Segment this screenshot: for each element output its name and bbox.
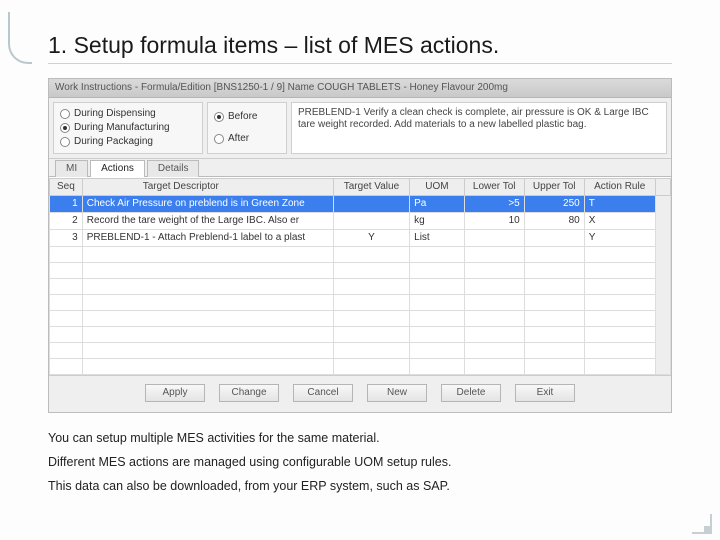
radio-after[interactable]: After (214, 133, 278, 145)
cell-lo: 10 (464, 213, 524, 230)
table-row[interactable] (50, 247, 671, 263)
when-group: Before After (207, 102, 287, 154)
table-row[interactable] (50, 311, 671, 327)
table-row[interactable] (50, 327, 671, 343)
exit-button[interactable]: Exit (515, 384, 575, 402)
tab-bar: MI Actions Details (49, 159, 671, 177)
radio-manufacturing[interactable]: During Manufacturing (60, 122, 194, 134)
cell-hi (524, 230, 584, 247)
phase-group: During Dispensing During Manufacturing D… (53, 102, 203, 154)
note-line: You can setup multiple MES activities fo… (48, 427, 672, 451)
radio-icon (60, 123, 70, 133)
tab-actions[interactable]: Actions (90, 160, 145, 177)
cell-rule: Y (584, 230, 655, 247)
cell-tv (333, 213, 409, 230)
note-line: This data can also be downloaded, from y… (48, 475, 672, 499)
cell-desc: Record the tare weight of the Large IBC.… (82, 213, 333, 230)
col-target-value[interactable]: Target Value (333, 179, 409, 196)
cell-tv: Y (333, 230, 409, 247)
slide-title: 1. Setup formula items – list of MES act… (48, 32, 672, 59)
change-button[interactable]: Change (219, 384, 279, 402)
new-button[interactable]: New (367, 384, 427, 402)
delete-button[interactable]: Delete (441, 384, 501, 402)
cell-uom: Pa (410, 196, 465, 213)
table-row[interactable]: 3 PREBLEND-1 - Attach Preblend-1 label t… (50, 230, 671, 247)
col-seq[interactable]: Seq (50, 179, 83, 196)
col-uom[interactable]: UOM (410, 179, 465, 196)
col-action-rule[interactable]: Action Rule (584, 179, 655, 196)
note-line: Different MES actions are managed using … (48, 451, 672, 475)
cell-seq: 2 (50, 213, 83, 230)
col-target-descriptor[interactable]: Target Descriptor (82, 179, 333, 196)
table-row[interactable] (50, 279, 671, 295)
cell-lo (464, 230, 524, 247)
cell-seq: 3 (50, 230, 83, 247)
table-row[interactable]: 1 Check Air Pressure on preblend is in G… (50, 196, 671, 213)
radio-icon (214, 112, 224, 122)
radio-packaging[interactable]: During Packaging (60, 136, 194, 148)
cell-seq: 1 (50, 196, 83, 213)
radio-icon (60, 109, 70, 119)
radio-icon (60, 137, 70, 147)
cell-desc: Check Air Pressure on preblend is in Gre… (82, 196, 333, 213)
cell-uom: kg (410, 213, 465, 230)
cell-tv (333, 196, 409, 213)
actions-table[interactable]: Seq Target Descriptor Target Value UOM L… (49, 178, 671, 375)
radio-label: After (228, 133, 249, 145)
radio-label: During Manufacturing (74, 122, 170, 134)
tab-details[interactable]: Details (147, 160, 200, 177)
window-titlebar: Work Instructions - Formula/Edition [BNS… (49, 79, 671, 98)
radio-before[interactable]: Before (214, 111, 278, 123)
table-row[interactable] (50, 359, 671, 375)
button-bar: Apply Change Cancel New Delete Exit (49, 375, 671, 412)
decorative-corner-icon (692, 514, 712, 534)
cell-hi: 80 (524, 213, 584, 230)
table-row[interactable] (50, 263, 671, 279)
app-window: Work Instructions - Formula/Edition [BNS… (48, 78, 672, 413)
table-row[interactable] (50, 295, 671, 311)
radio-icon (214, 134, 224, 144)
table-row[interactable]: 2 Record the tare weight of the Large IB… (50, 213, 671, 230)
grid-area: Seq Target Descriptor Target Value UOM L… (49, 177, 671, 375)
footnotes: You can setup multiple MES activities fo… (48, 427, 672, 498)
cell-uom: List (410, 230, 465, 247)
radio-dispensing[interactable]: During Dispensing (60, 108, 194, 120)
description-box: PREBLEND-1 Verify a clean check is compl… (291, 102, 667, 154)
col-upper-tol[interactable]: Upper Tol (524, 179, 584, 196)
tab-mi[interactable]: MI (55, 160, 88, 177)
cell-hi: 250 (524, 196, 584, 213)
cell-rule: T (584, 196, 655, 213)
col-scroll (655, 179, 670, 196)
radio-label: During Packaging (74, 136, 153, 148)
apply-button[interactable]: Apply (145, 384, 205, 402)
scrollbar[interactable] (655, 196, 670, 375)
cancel-button[interactable]: Cancel (293, 384, 353, 402)
table-row[interactable] (50, 343, 671, 359)
radio-label: Before (228, 111, 257, 123)
cell-desc: PREBLEND-1 - Attach Preblend-1 label to … (82, 230, 333, 247)
cell-rule: X (584, 213, 655, 230)
cell-lo: >5 (464, 196, 524, 213)
col-lower-tol[interactable]: Lower Tol (464, 179, 524, 196)
radio-label: During Dispensing (74, 108, 156, 120)
